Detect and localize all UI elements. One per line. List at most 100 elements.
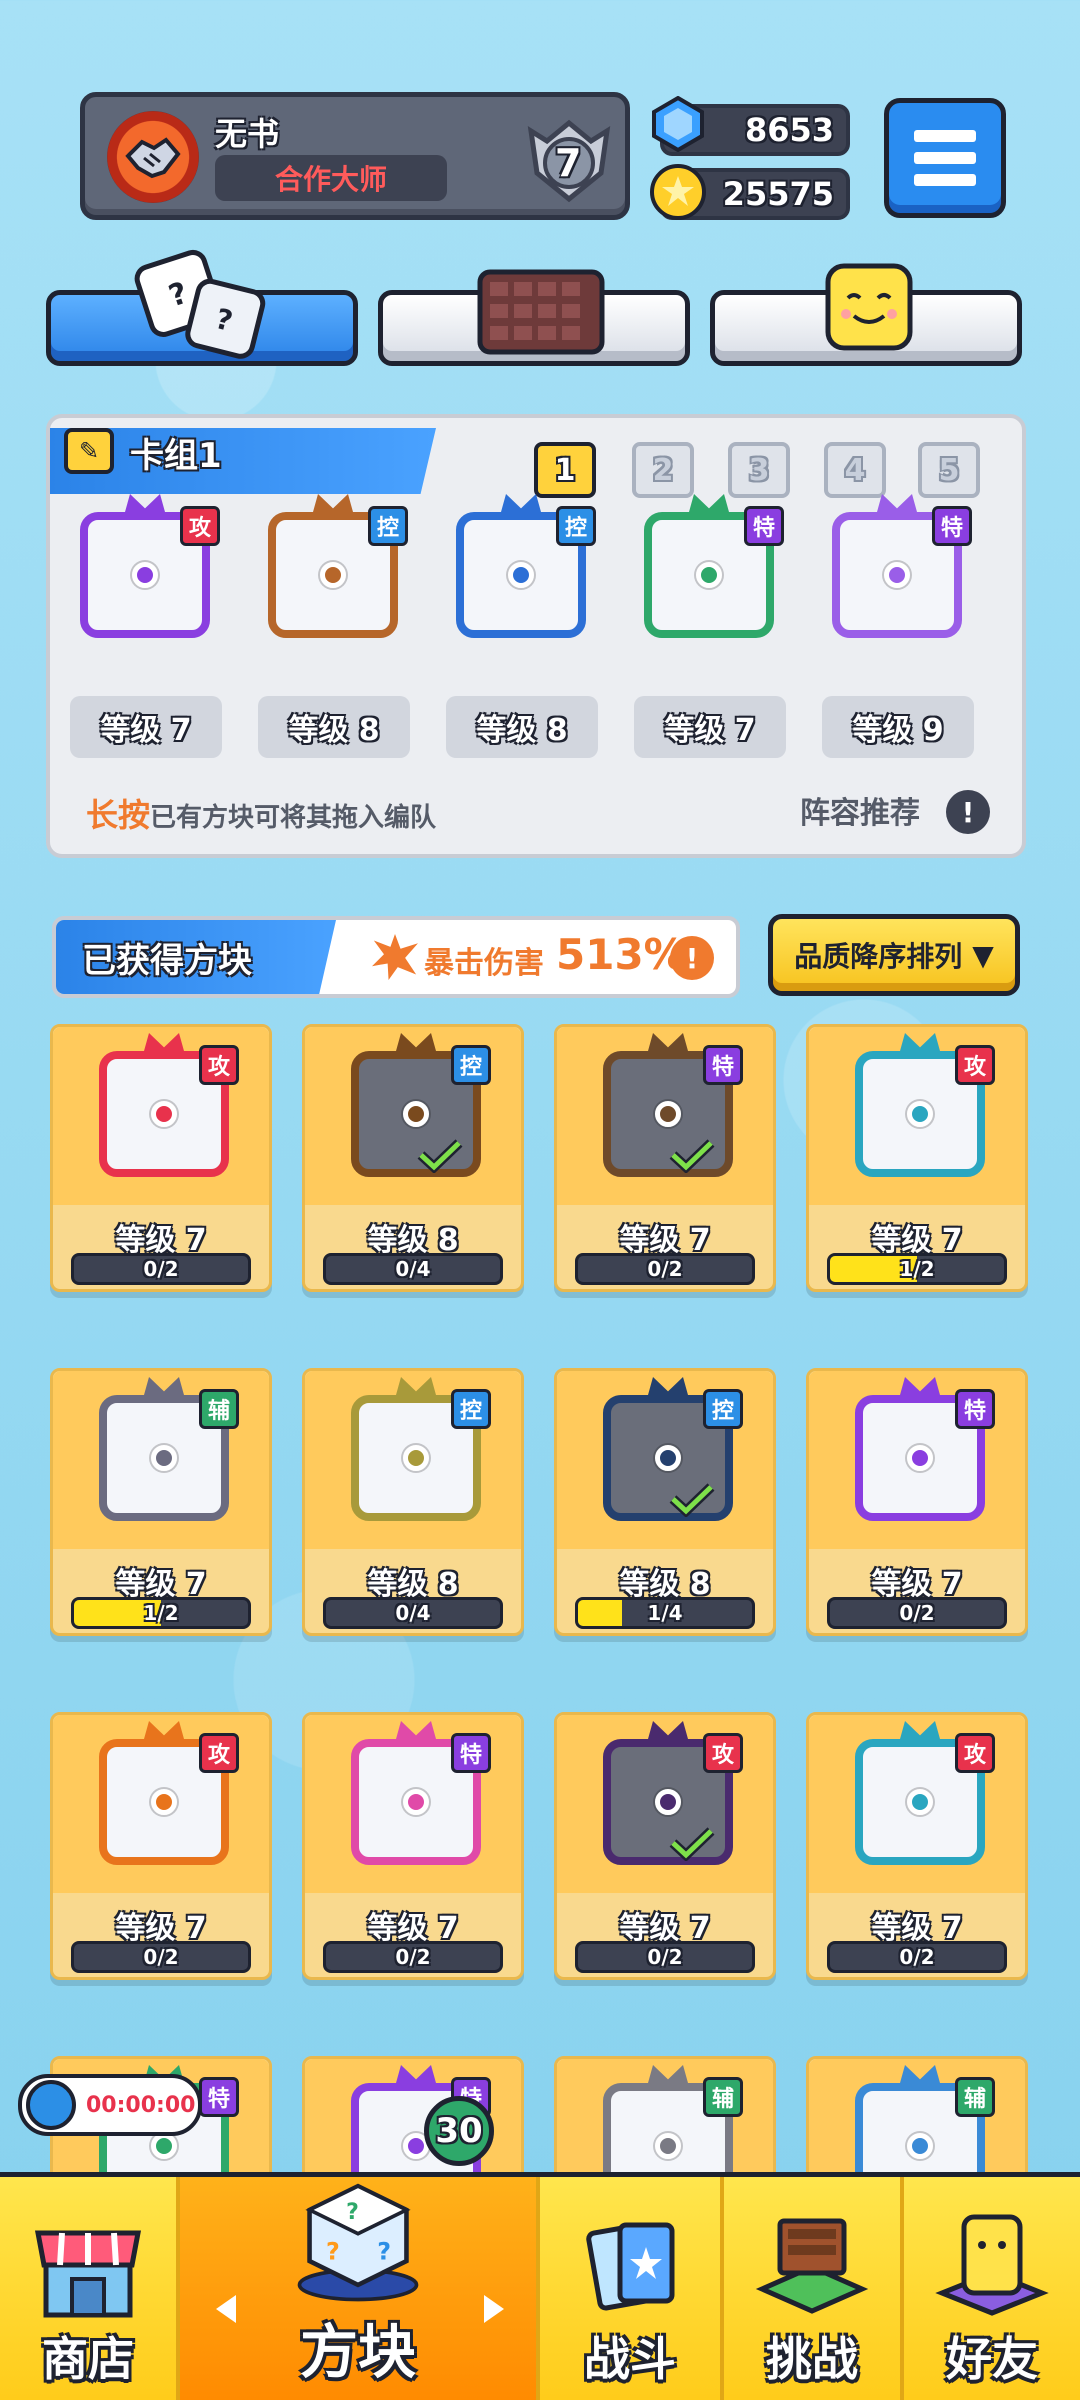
dice-card[interactable]: 特等级 7 0/2 (554, 1024, 776, 1292)
deck-slot-1[interactable]: 1 (534, 442, 596, 498)
crit-value: 513% (556, 930, 686, 979)
dice-pip (151, 2133, 177, 2159)
dice-figure: 特 (341, 1721, 491, 1871)
dice-type-badge: 特 (744, 506, 784, 546)
progress-text: 0/2 (647, 1257, 683, 1281)
nav-dice[interactable]: ? ? ? 方块 (180, 2177, 536, 2400)
svg-text:?: ? (377, 2237, 391, 2265)
deck-dice-2[interactable]: 控 (258, 494, 408, 644)
progress-text: 1/4 (647, 1601, 683, 1625)
deck-panel: ✎ 卡组1 1 2 3 4 5 攻等级 7 控等级 8 控等级 8 特等级 7 … (46, 414, 1026, 858)
coin-icon (650, 164, 706, 220)
progress-text: 1/2 (899, 1257, 935, 1281)
crit-label: 暴击伤害 (424, 946, 544, 981)
deck-dice-level: 等级 8 (258, 696, 410, 758)
challenge-board-icon (755, 2218, 869, 2314)
crit-burst-icon (372, 934, 418, 980)
dice-pip (655, 1101, 681, 1127)
rank-number: 7 (555, 141, 582, 185)
deck-slot-5[interactable]: 5 (918, 442, 980, 498)
dice-card[interactable]: 辅等级 7 1/2 (50, 1368, 272, 1636)
dice-type-badge: 控 (368, 506, 408, 546)
dice-type-badge: 攻 (199, 1733, 239, 1773)
battle-cards-icon (586, 2222, 675, 2311)
nav-prev-arrow-icon[interactable] (216, 2295, 236, 2323)
dice-type-badge: 辅 (955, 2077, 995, 2117)
dice-card[interactable]: 特等级 7 0/2 (806, 1368, 1028, 1636)
gem-icon (650, 95, 706, 153)
in-deck-check-icon (669, 1483, 715, 1517)
player-name: 无书 (215, 115, 280, 153)
rank-badge[interactable]: 7 (521, 111, 617, 207)
nav-battle[interactable]: 战斗 (540, 2177, 720, 2400)
dice-pip (907, 1789, 933, 1815)
in-deck-check-icon (417, 1139, 463, 1173)
deck-slot-4[interactable]: 4 (824, 442, 886, 498)
menu-button[interactable] (884, 98, 1006, 218)
deck-dice-4[interactable]: 特 (634, 494, 784, 644)
dice-type-badge: 控 (556, 506, 596, 546)
dice-pip (132, 562, 158, 588)
lineup-recommend-link[interactable]: 阵容推荐 (800, 788, 920, 832)
sort-label: 品质降序排列 (794, 940, 963, 973)
coin-amount: 25575 (722, 175, 834, 213)
sort-button[interactable]: 品质降序排列 ▼ (768, 914, 1020, 996)
dice-card[interactable]: 攻等级 7 1/2 (806, 1024, 1028, 1292)
dice-type-badge: 攻 (199, 1045, 239, 1085)
progress-text: 0/2 (143, 1257, 179, 1281)
crit-info-icon[interactable]: ! (670, 936, 714, 980)
friend-character-icon (935, 2214, 1049, 2316)
nav-challenge[interactable]: 挑战 (724, 2177, 900, 2400)
deck-slot-3[interactable]: 3 (728, 442, 790, 498)
nav-shop[interactable]: 商店 (0, 2177, 176, 2400)
deck-dice-level: 等级 9 (822, 696, 974, 758)
dice-card[interactable]: 控等级 8 0/4 (302, 1024, 524, 1292)
dice-figure: 攻 (593, 1721, 743, 1871)
dice-type-badge: 特 (199, 2077, 239, 2117)
in-deck-check-icon (669, 1139, 715, 1173)
dice-type-badge: 辅 (199, 1389, 239, 1429)
dice-pip (151, 1789, 177, 1815)
dice-card[interactable]: 攻等级 7 0/2 (554, 1712, 776, 1980)
dice-figure: 控 (593, 1377, 743, 1527)
caret-down-icon: ▼ (972, 938, 994, 972)
deck-dice-1[interactable]: 攻 (70, 494, 220, 644)
progress-text: 0/4 (395, 1257, 431, 1281)
rename-pencil-icon[interactable]: ✎ (64, 428, 114, 474)
dice-card[interactable]: 攻等级 7 0/2 (806, 1712, 1028, 1980)
dice-type-badge: 攻 (703, 1733, 743, 1773)
gem-amount: 8653 (744, 111, 834, 149)
obtained-bar: 已获得方块 暴击伤害 513% ! (52, 916, 740, 998)
dice-type-badge: 特 (955, 1389, 995, 1429)
dice-card[interactable]: 控等级 8 0/4 (302, 1368, 524, 1636)
progress-text: 0/2 (647, 1945, 683, 1969)
dice-pip (655, 1789, 681, 1815)
nav-friends[interactable]: 好友 (904, 2177, 1080, 2400)
dice-pip (151, 1445, 177, 1471)
dice-card[interactable]: 控等级 8 1/4 (554, 1368, 776, 1636)
progress-text: 0/2 (899, 1601, 935, 1625)
deck-dice-3[interactable]: 控 (446, 494, 596, 644)
deck-dice-level: 等级 7 (634, 696, 786, 758)
upgrade-progress: 1/2 (827, 1253, 1007, 1285)
dice-card[interactable]: 特等级 7 0/2 (302, 1712, 524, 1980)
dice-type-badge: 控 (451, 1045, 491, 1085)
dice-card[interactable]: 攻等级 7 0/2 (50, 1024, 272, 1292)
timer-text: 00:00:00 (86, 2092, 196, 2118)
nav-dice-label: 方块 (299, 2318, 416, 2386)
dice-figure: 攻 (89, 1033, 239, 1183)
profile-card[interactable]: 无书 合作大师 7 (80, 92, 630, 220)
recommend-info-icon[interactable]: ! (946, 790, 990, 834)
dice-pair-icon: ? ? (130, 246, 270, 370)
deck-slot-2[interactable]: 2 (632, 442, 694, 498)
dice-type-badge: 特 (451, 1733, 491, 1773)
nav-challenge-label: 挑战 (766, 2332, 858, 2386)
nav-next-arrow-icon[interactable] (484, 2295, 504, 2323)
svg-text:?: ? (346, 2200, 359, 2225)
avatar[interactable] (107, 111, 199, 203)
deck-dice-5[interactable]: 特 (822, 494, 972, 644)
obtained-title: 已获得方块 (56, 920, 336, 994)
dice-figure: 攻 (845, 1033, 995, 1183)
menu-bar-icon (914, 130, 976, 142)
dice-card[interactable]: 攻等级 7 0/2 (50, 1712, 272, 1980)
